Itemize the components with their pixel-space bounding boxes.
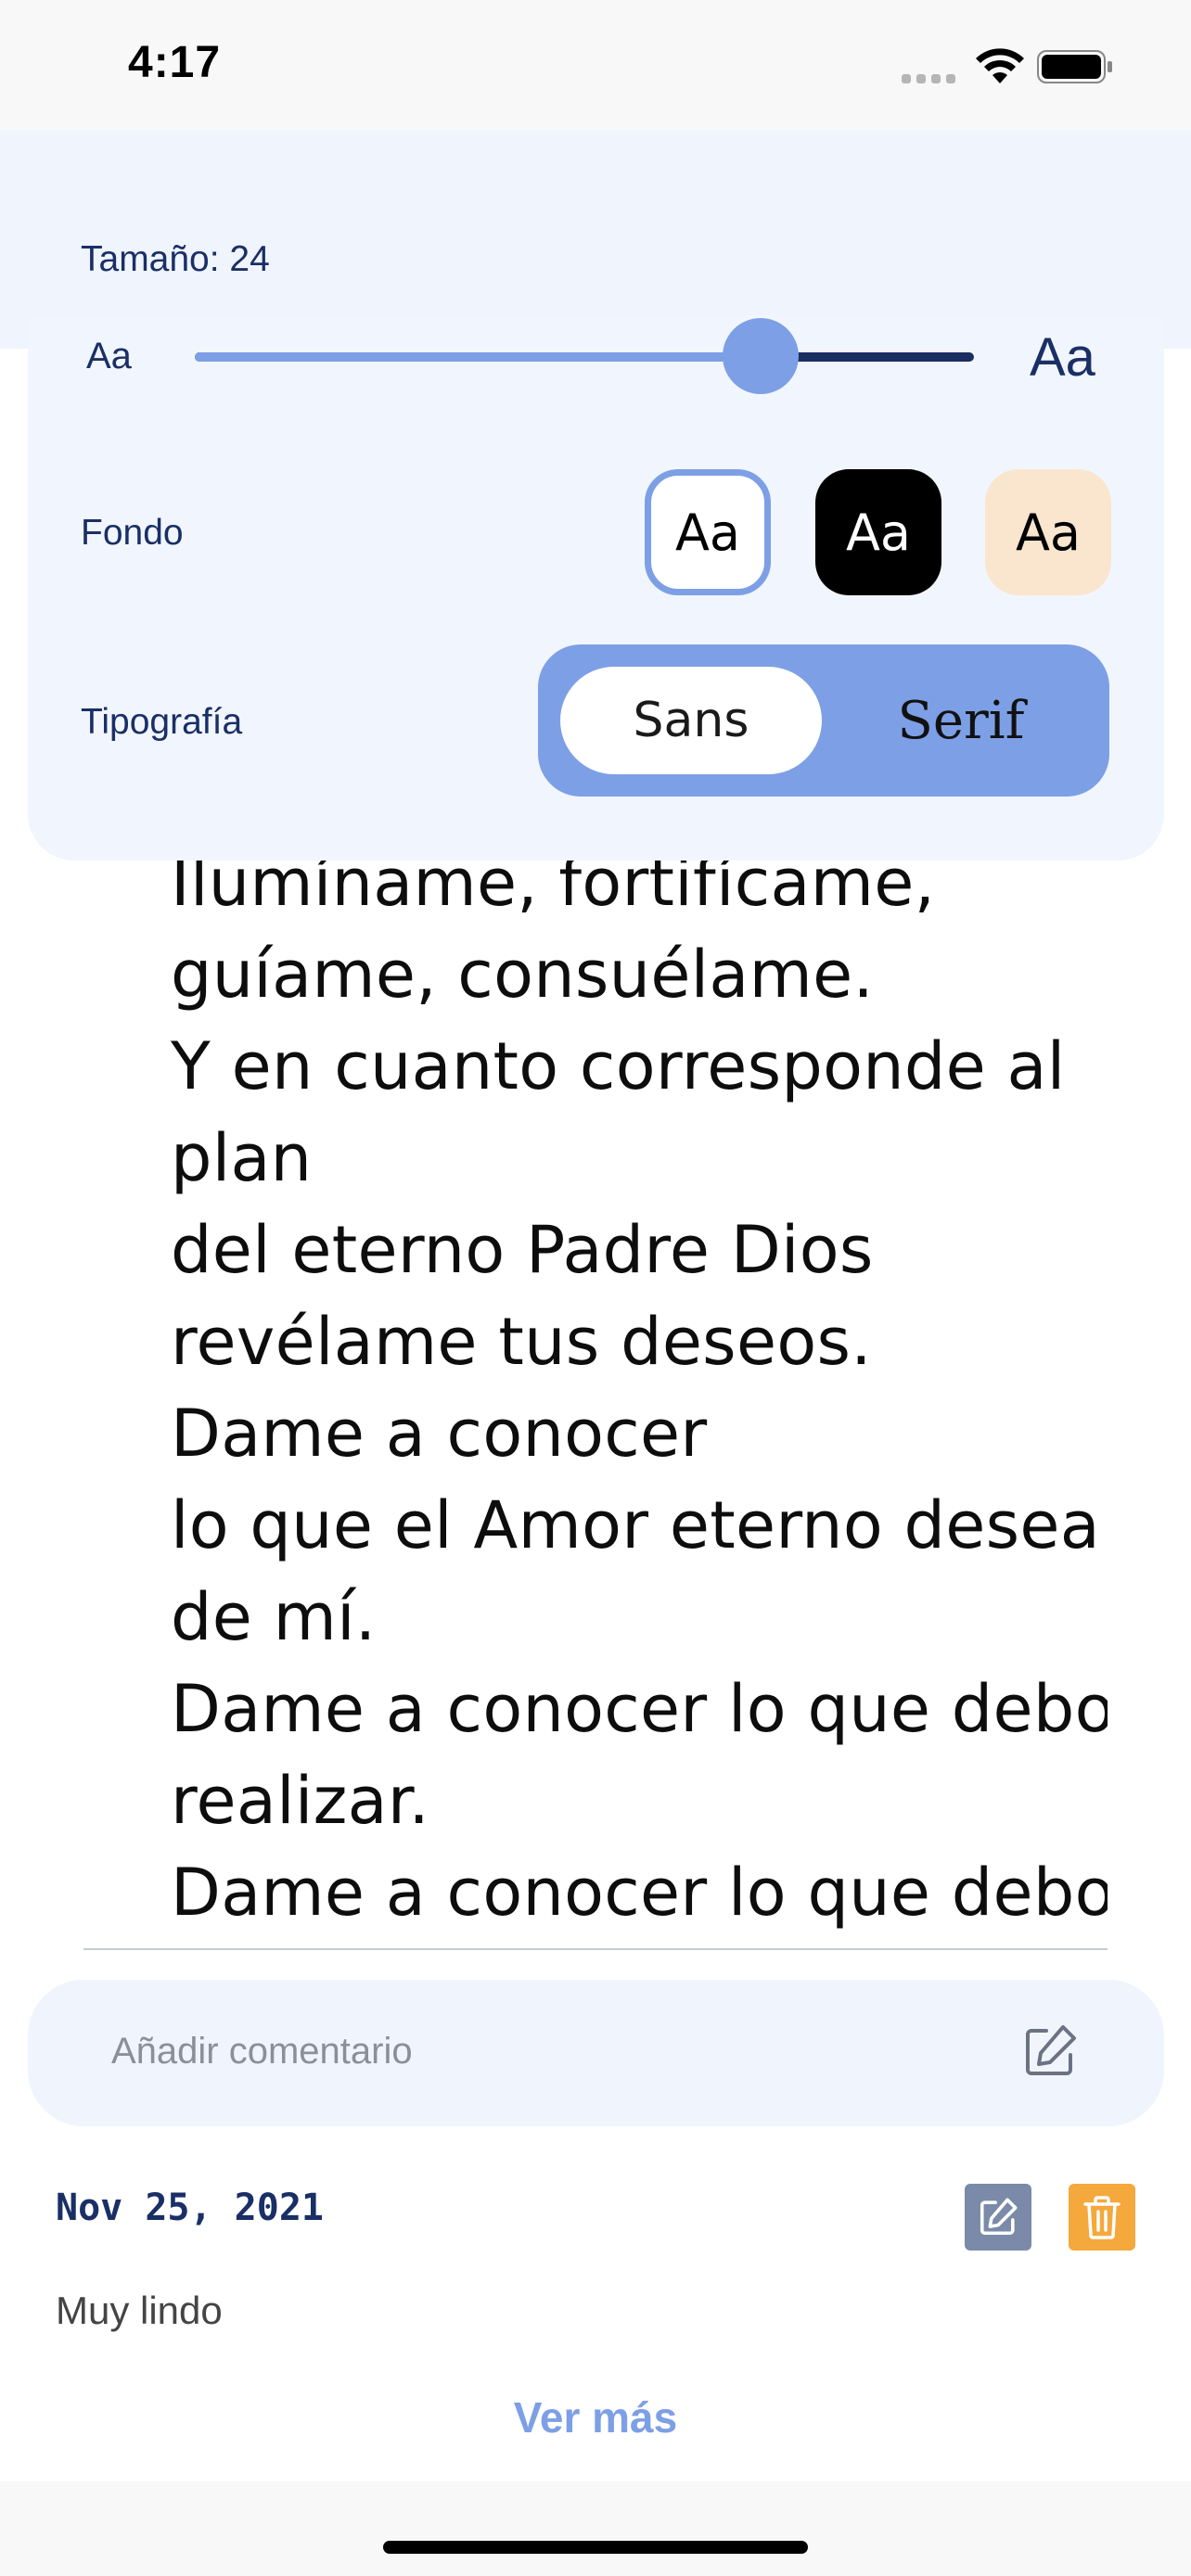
delete-comment-button[interactable] <box>1069 2184 1135 2251</box>
background-option-black[interactable]: Aa <box>815 469 941 595</box>
signal-dots-icon <box>902 74 955 83</box>
prayer-line: Dame a conocer lo que debo <box>171 1854 1108 1931</box>
prayer-line: guíame, consuélame. <box>171 936 875 1013</box>
home-area <box>0 2481 1191 2576</box>
prayer-line: realizar. <box>171 1762 430 1839</box>
edit-icon[interactable] <box>1020 2021 1080 2081</box>
prayer-line: lo que el Amor eterno desea <box>171 1486 1100 1563</box>
prayer-line: revélame tus deseos. <box>171 1303 872 1380</box>
trash-icon <box>1083 2196 1121 2239</box>
comment-text: Muy lindo <box>56 2289 223 2332</box>
typography-option-sans[interactable]: Sans <box>560 667 822 774</box>
home-indicator[interactable] <box>383 2541 808 2554</box>
prayer-line: Y en cuanto corresponde al <box>171 1027 1066 1104</box>
comment-date: Nov 25, 2021 <box>56 2187 324 2229</box>
divider <box>83 1948 1108 1950</box>
background-option-sepia[interactable]: Aa <box>985 469 1111 595</box>
font-size-label: Tamaño: 24 <box>81 239 270 279</box>
background-label: Fondo <box>81 513 184 553</box>
font-size-slider-fill <box>195 352 761 362</box>
comment-placeholder[interactable]: Añadir comentario <box>111 2031 413 2072</box>
battery-icon <box>1037 50 1112 83</box>
prayer-text[interactable]: Te adoro humildemente.Ilumíname, fortifí… <box>171 746 1108 1945</box>
status-bar: 4:17 <box>0 0 1191 130</box>
font-size-small-glyph: Aa <box>86 336 132 376</box>
status-time: 4:17 <box>128 38 222 87</box>
font-size-large-glyph: Aa <box>1030 327 1095 388</box>
prayer-line: de mí. <box>171 1578 377 1655</box>
see-more-link[interactable]: Ver más <box>0 2392 1191 2442</box>
background-option-white[interactable]: Aa <box>645 469 771 595</box>
typography-label: Tipografía <box>81 702 243 742</box>
wifi-icon <box>976 48 1024 83</box>
typography-option-serif[interactable]: Serif <box>830 667 1092 774</box>
prayer-line: Dame a conocer <box>171 1395 708 1472</box>
edit-icon <box>980 2198 1018 2236</box>
prayer-line: del eterno Padre Dios <box>171 1211 874 1288</box>
prayer-line: plan <box>171 1119 313 1196</box>
font-size-slider-thumb[interactable] <box>723 318 799 394</box>
prayer-line: Dame a conocer lo que debo <box>171 1670 1108 1747</box>
edit-comment-button[interactable] <box>965 2184 1031 2251</box>
